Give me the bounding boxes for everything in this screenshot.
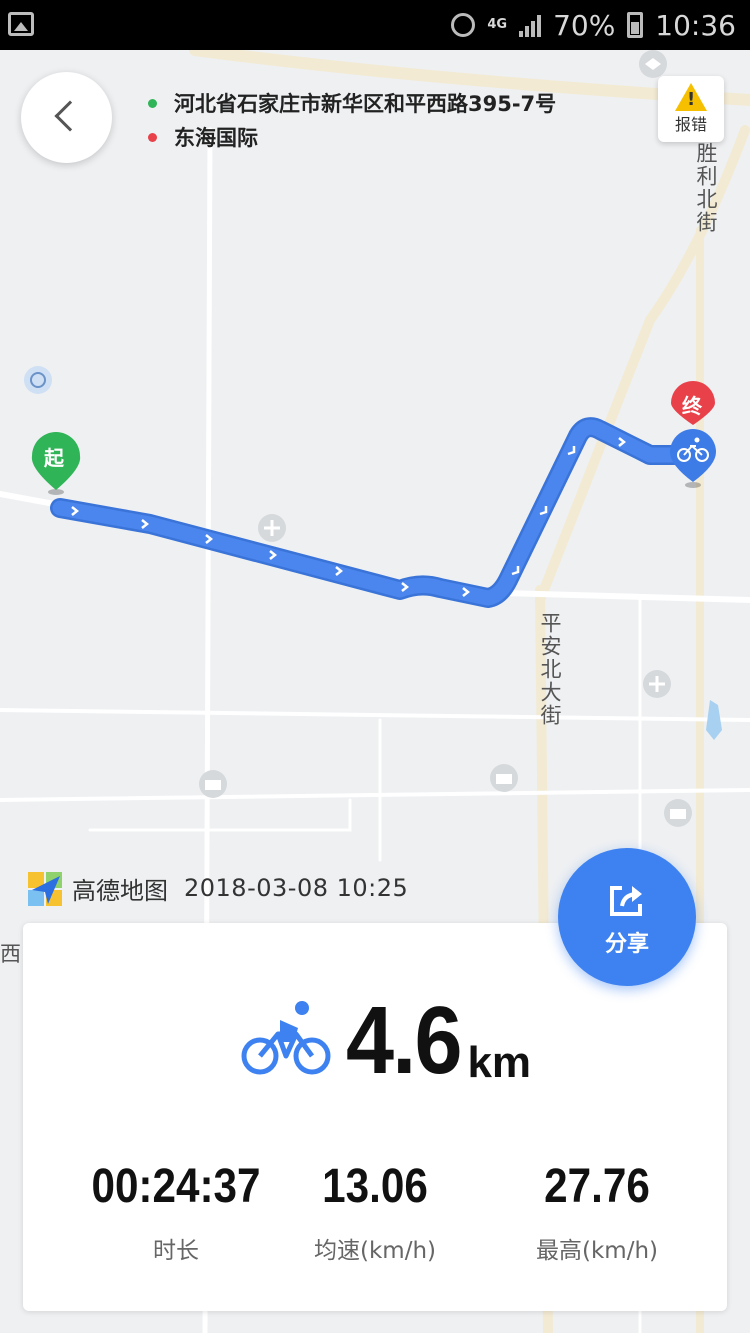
route-end: 东海国际 — [148, 120, 556, 154]
distance-value: 4.6 — [346, 987, 463, 1094]
start-address: 河北省石家庄市新华区和平西路395-7号 — [174, 92, 557, 116]
stat-avg-speed-label: 均速(km/h) — [314, 1238, 436, 1264]
end-dot-icon — [148, 132, 157, 142]
battery-percent: 70% — [553, 8, 616, 42]
stat-avg-speed: 13.06 均速(km/h) — [265, 1159, 485, 1265]
report-error-label: 报错 — [674, 115, 707, 134]
start-marker-label: 起 — [44, 446, 64, 470]
road-small — [88, 798, 352, 832]
back-button[interactable] — [21, 72, 112, 163]
route-start: 河北省石家庄市新华区和平西路395-7号 — [148, 86, 556, 120]
end-marker-label: 终 — [682, 394, 702, 418]
stat-max-speed-label: 最高(km/h) — [536, 1238, 658, 1264]
signal-icon — [519, 13, 542, 37]
warning-icon — [675, 83, 707, 111]
report-error-button[interactable]: 报错 — [658, 76, 724, 142]
stat-duration: 00:24:37 时长 — [66, 1159, 286, 1265]
share-button[interactable]: 分享 — [558, 848, 696, 986]
brand-name: 高德地图 — [72, 876, 168, 905]
water-area — [706, 700, 722, 740]
clock: 10:36 — [655, 8, 736, 42]
network-type: 4G — [487, 17, 508, 32]
bicycle-icon — [241, 1001, 331, 1075]
record-timestamp: 2018-03-08 10:25 — [184, 874, 409, 902]
distance-unit: km — [467, 1038, 532, 1087]
stat-max-speed: 27.76 最高(km/h) — [487, 1159, 707, 1265]
road-lower — [0, 788, 750, 802]
map-brand: 高德地图 2018-03-08 10:25 — [26, 868, 408, 908]
status-bar: 4G 70% 10:36 — [0, 0, 750, 50]
road-mid — [0, 708, 750, 722]
gaode-logo-icon — [28, 872, 62, 906]
share-label: 分享 — [604, 932, 649, 957]
back-chevron-icon — [54, 100, 86, 132]
street-label-pingan: 平安北大街 — [538, 612, 562, 727]
battery-icon — [627, 12, 644, 38]
share-icon — [610, 886, 642, 916]
street-label-shengli: 胜利北街 — [694, 142, 718, 234]
stat-avg-speed-value: 13.06 — [322, 1160, 428, 1213]
route-info: 河北省石家庄市新华区和平西路395-7号 东海国际 — [148, 86, 556, 154]
ride-stats: 00:24:37 时长 13.06 均速(km/h) 27.76 最高(km/h… — [23, 1159, 727, 1279]
stat-duration-label: 时长 — [153, 1238, 199, 1264]
gallery-icon — [8, 12, 34, 36]
stat-duration-value: 00:24:37 — [91, 1160, 261, 1213]
bike-position-marker — [670, 429, 716, 488]
distance-display: 4.6 km — [346, 993, 531, 1089]
stat-max-speed-value: 27.76 — [544, 1160, 650, 1213]
street-label-edge: 西 — [0, 942, 21, 966]
alarm-icon — [451, 13, 476, 37]
start-dot-icon — [148, 98, 157, 108]
end-address: 东海国际 — [174, 126, 258, 150]
